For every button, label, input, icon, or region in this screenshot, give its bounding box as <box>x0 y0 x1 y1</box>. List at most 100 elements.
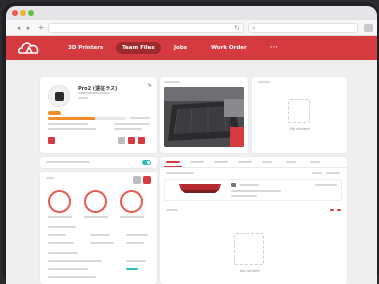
tab-2[interactable] <box>190 161 204 163</box>
nav-3d-printers[interactable]: 3D Printers <box>68 42 103 54</box>
minimize-window-button[interactable] <box>20 10 26 16</box>
printer-image <box>55 92 64 101</box>
empty-document-icon <box>234 233 264 265</box>
toggle-card <box>40 157 157 168</box>
status-title-line <box>46 177 54 179</box>
ring-label-3 <box>120 216 144 218</box>
files-empty-text: No content <box>240 269 260 273</box>
file-thumbnail-image <box>179 184 221 193</box>
camera-title-line <box>164 81 180 83</box>
bed-temp-ring <box>84 190 107 213</box>
nav-team-files[interactable]: Team Files <box>116 42 161 54</box>
close-window-button[interactable] <box>12 10 18 16</box>
files-tabbar <box>160 157 347 168</box>
settings-button[interactable] <box>138 137 145 144</box>
detail-line-1 <box>48 123 88 125</box>
tab-7[interactable] <box>310 161 320 163</box>
stop-button[interactable] <box>48 137 55 144</box>
row-line-2c <box>126 242 144 244</box>
row-line-3a <box>48 252 78 254</box>
app-header: 3D Printers Team Files Jobs Work Order ·… <box>6 36 377 60</box>
printer-card: Pro2 (遠征ラス) ✎ <box>40 77 157 153</box>
title-bar <box>6 6 377 20</box>
address-bar: ◂ ▸ + ↻ ⌕ <box>6 20 377 36</box>
row-line-1c <box>126 234 148 236</box>
file-type-icon <box>231 183 236 187</box>
extension-icon[interactable] <box>364 24 373 32</box>
document-placeholder-icon <box>288 99 310 123</box>
printer-name: Pro2 (遠征ラス) <box>78 86 118 92</box>
file-name-line <box>239 184 259 186</box>
printer-subtitle-line <box>78 92 110 94</box>
progress-text-line <box>130 117 150 119</box>
preview-card: No content <box>252 77 347 153</box>
browser-window: ◂ ▸ + ↻ ⌕ 3D Printers Team Files Jobs Wo… <box>6 6 377 284</box>
files-card: No content <box>160 157 347 284</box>
row-line-4a <box>48 260 102 262</box>
toggle-switch[interactable] <box>142 160 151 165</box>
chamber-temp-ring <box>120 190 143 213</box>
status-card <box>40 172 157 284</box>
app-logo-icon[interactable] <box>18 41 40 55</box>
row-line-5b <box>126 268 138 270</box>
row-line-6a <box>48 276 96 278</box>
edit-icon[interactable]: ✎ <box>148 83 152 89</box>
nozzle-temp-ring <box>48 190 71 213</box>
url-input[interactable]: ↻ <box>48 23 244 33</box>
tab-4[interactable] <box>238 161 252 163</box>
progress-fill <box>48 117 95 120</box>
section-title-line <box>48 226 76 228</box>
back-arrow-icon[interactable]: ◂ <box>14 24 23 32</box>
camera-feed[interactable] <box>164 87 244 147</box>
main-content: Pro2 (遠征ラス) ✎ No content No content <box>6 61 377 284</box>
refresh-icon[interactable] <box>133 176 141 184</box>
camera-card <box>160 77 248 153</box>
ring-label-2 <box>84 216 108 218</box>
row-line-1a <box>48 234 66 236</box>
preview-title-line <box>258 81 270 83</box>
preview-empty-text: No content <box>290 127 310 131</box>
tab-6[interactable] <box>286 161 296 163</box>
printer-thumbnail <box>48 85 70 107</box>
list-action-1[interactable] <box>312 172 322 174</box>
toggle-label-line <box>46 161 90 163</box>
row-line-2b <box>90 242 114 244</box>
row-line-1b <box>90 234 110 236</box>
list-action-2[interactable] <box>326 172 340 174</box>
list-title-line <box>166 172 194 174</box>
tab-3[interactable] <box>214 161 228 163</box>
file-desc-line <box>231 190 281 192</box>
browser-search-input[interactable]: ⌕ <box>248 23 358 33</box>
file-row[interactable] <box>164 179 342 201</box>
printer-meta-line <box>78 97 88 99</box>
section2-action-1[interactable] <box>330 209 334 211</box>
detail-line-4 <box>114 128 142 130</box>
row-line-4b <box>126 260 146 262</box>
ring-label-1 <box>48 216 72 218</box>
row-line-2a <box>48 242 74 244</box>
reload-icon[interactable]: ↻ <box>234 24 240 33</box>
status-badge <box>48 111 61 115</box>
plus-icon[interactable]: + <box>36 23 46 33</box>
maximize-window-button[interactable] <box>28 10 34 16</box>
forward-arrow-icon[interactable]: ▸ <box>24 24 33 32</box>
progress-bar <box>48 117 126 120</box>
nav-jobs[interactable]: Jobs <box>174 42 187 54</box>
tab-5[interactable] <box>262 161 272 163</box>
camera-icon[interactable] <box>143 176 151 184</box>
section2-action-2[interactable] <box>337 209 341 211</box>
search-icon: ⌕ <box>252 24 256 32</box>
nav-more[interactable]: ··· <box>270 42 278 54</box>
tab-1[interactable] <box>166 161 180 163</box>
section2-title-line <box>166 209 178 211</box>
file-thumbnail <box>175 182 225 200</box>
pause-button[interactable] <box>118 137 125 144</box>
detail-line-2 <box>114 123 150 125</box>
file-meta-line <box>231 195 257 197</box>
row-line-5a <box>48 268 88 270</box>
camera-feed-image <box>164 87 244 147</box>
nav-work-order[interactable]: Work Order <box>211 42 247 54</box>
file-date-line <box>315 184 337 186</box>
cancel-button[interactable] <box>128 137 135 144</box>
active-tab-indicator <box>164 166 182 167</box>
